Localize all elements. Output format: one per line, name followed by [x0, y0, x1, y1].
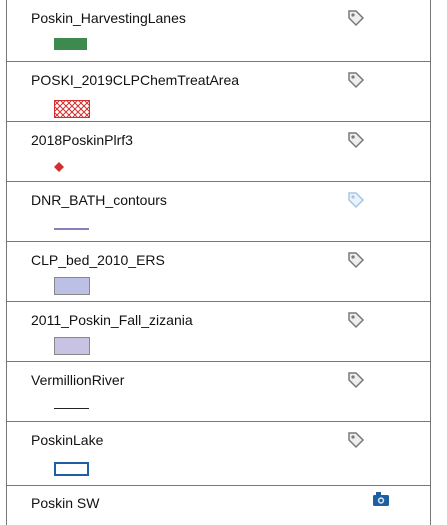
- layer-symbol-fill: [54, 277, 90, 295]
- layer-name: POSKI_2019CLPChemTreatArea: [31, 72, 240, 88]
- layer-symbol-fill: [54, 337, 90, 355]
- layer-name: PoskinLake: [31, 432, 104, 448]
- layer-row-dnr-bath-contours[interactable]: DNR_BATH_contours: [7, 182, 430, 242]
- tag-icon[interactable]: [346, 70, 366, 90]
- layer-name: 2011_Poskin_Fall_zizania: [31, 312, 193, 328]
- layer-row-poskin-harvesting-lanes[interactable]: Poskin_HarvestingLanes: [7, 0, 430, 62]
- layer-symbol-point: [54, 162, 64, 172]
- tag-icon[interactable]: [346, 250, 366, 270]
- layer-row-poskin-lake[interactable]: PoskinLake: [7, 422, 430, 486]
- tag-icon[interactable]: [346, 190, 366, 210]
- layer-row-2018-poskin-plrf3[interactable]: 2018PoskinPlrf3: [7, 122, 430, 182]
- tag-icon[interactable]: [346, 8, 366, 28]
- layer-symbol-outline: [54, 462, 89, 476]
- layer-name: CLP_bed_2010_ERS: [31, 252, 165, 268]
- layer-row-vermillion-river[interactable]: VermillionRiver: [7, 362, 430, 422]
- layer-row-poski-2019-clp-chem-treat-area[interactable]: POSKI_2019CLPChemTreatArea: [7, 62, 430, 122]
- layer-symbol-fill: [54, 38, 87, 50]
- layer-name: 2018PoskinPlrf3: [31, 132, 133, 148]
- layer-name: Poskin_HarvestingLanes: [31, 10, 186, 26]
- layer-row-poskin-sw[interactable]: Poskin SW: [7, 486, 430, 525]
- layer-name: Poskin SW: [31, 495, 100, 511]
- tag-icon[interactable]: [346, 310, 366, 330]
- tag-icon[interactable]: [346, 430, 366, 450]
- layer-symbol-hatch: [54, 100, 90, 118]
- layer-symbol-line: [54, 228, 89, 230]
- tag-icon[interactable]: [346, 130, 366, 150]
- layer-name: VermillionRiver: [31, 372, 125, 388]
- tag-icon[interactable]: [346, 370, 366, 390]
- layer-name: DNR_BATH_contours: [31, 192, 167, 208]
- layer-row-clp-bed-2010-ers[interactable]: CLP_bed_2010_ERS: [7, 242, 430, 302]
- layer-list-panel: Poskin_HarvestingLanes POSKI_2019CLPChem…: [6, 0, 431, 525]
- layer-row-2011-poskin-fall-zizania[interactable]: 2011_Poskin_Fall_zizania: [7, 302, 430, 362]
- camera-icon[interactable]: [372, 491, 390, 507]
- layer-symbol-line: [54, 408, 89, 409]
